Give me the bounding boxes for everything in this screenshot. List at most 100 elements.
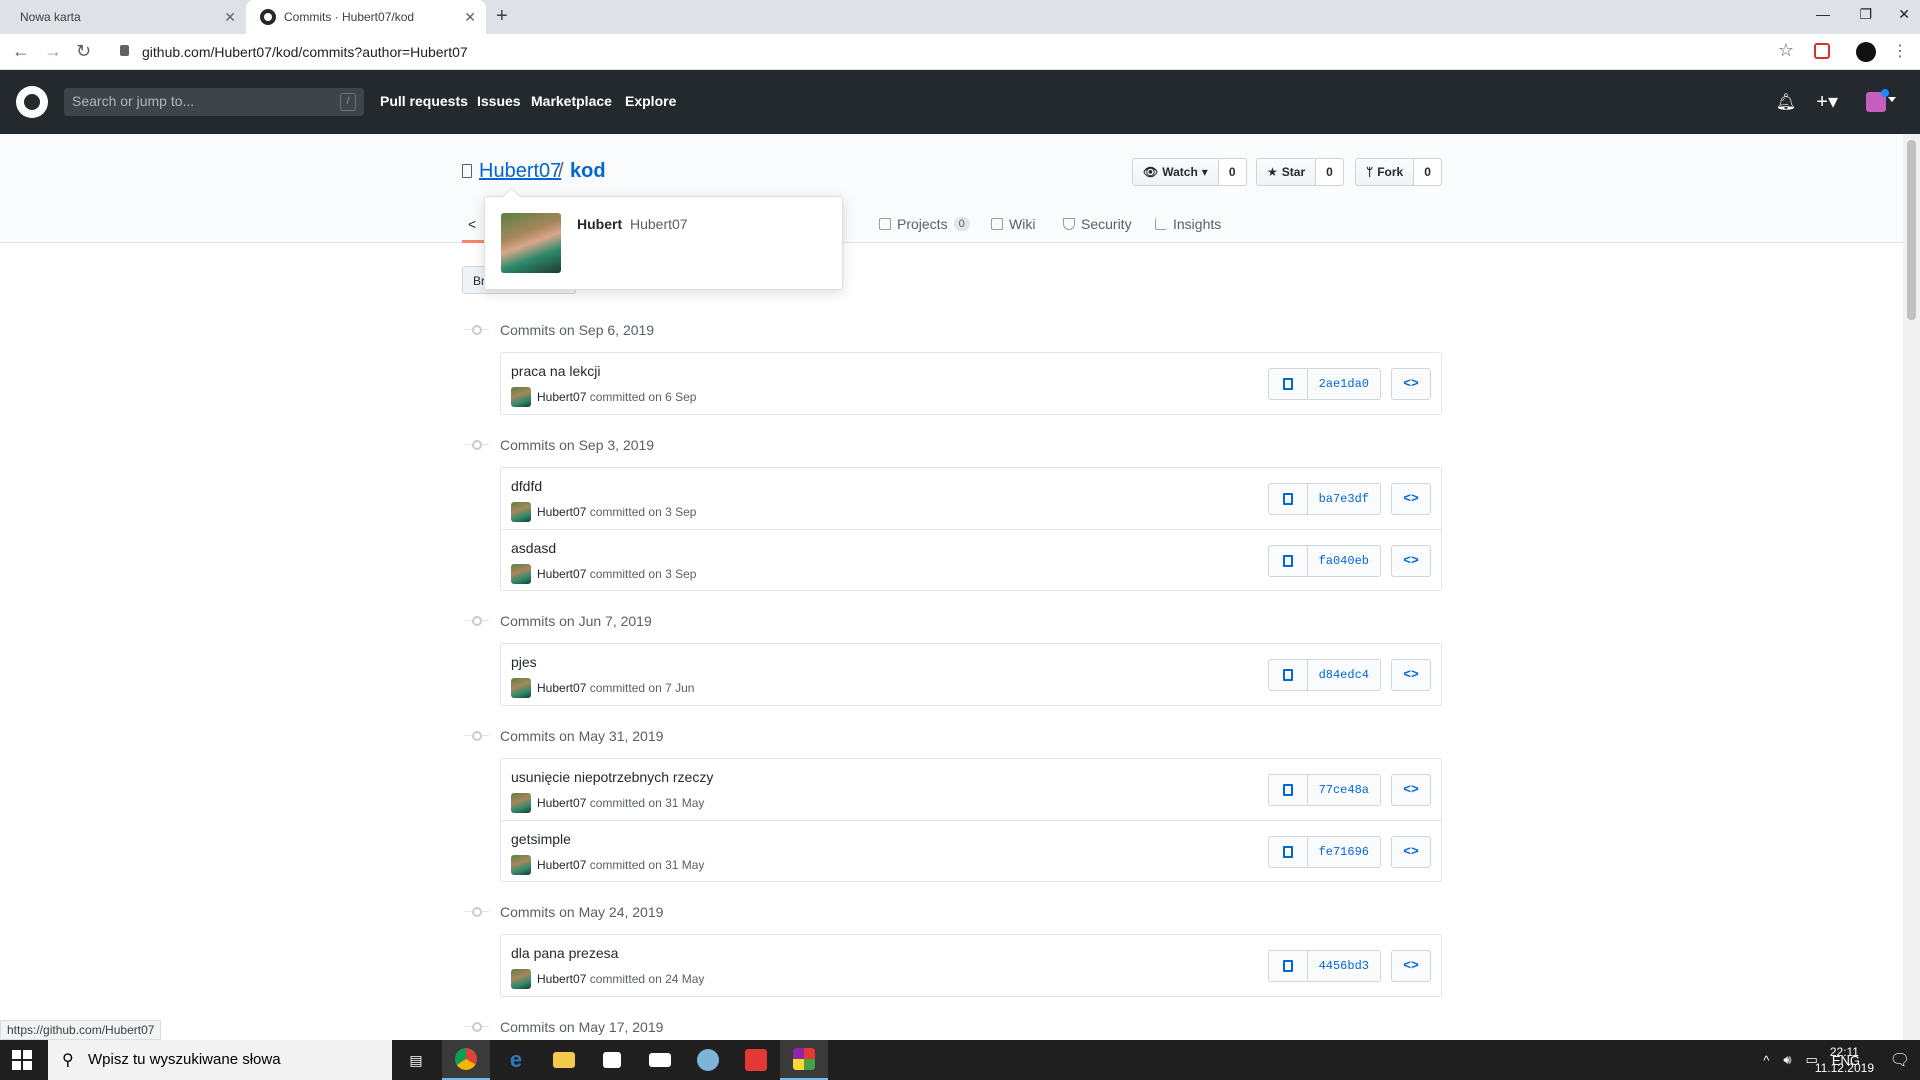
commit-author-link[interactable]: Hubert07	[537, 972, 586, 986]
browser-tab-new[interactable]: Nowa karta ✕	[0, 0, 246, 34]
browse-code-button[interactable]: <>	[1391, 836, 1431, 868]
commit-author-link[interactable]: Hubert07	[537, 505, 586, 519]
commit-message-link[interactable]: usunięcie niepotrzebnych rzeczy	[511, 769, 713, 785]
commit-author-link[interactable]: Hubert07	[537, 796, 586, 810]
search-input[interactable]: Search or jump to... /	[64, 88, 364, 116]
copy-sha-button[interactable]	[1267, 659, 1308, 691]
user-avatar-menu[interactable]	[1866, 89, 1889, 112]
commit-sha-link[interactable]: d84edc4	[1307, 659, 1381, 691]
browse-code-button[interactable]: <>	[1391, 368, 1431, 400]
notifications-bell-icon[interactable]: 🔔︎	[1776, 92, 1796, 112]
profile-avatar[interactable]	[1856, 42, 1876, 62]
paint-app-icon[interactable]	[684, 1040, 732, 1080]
create-new-icon[interactable]: +▾	[1816, 89, 1838, 114]
commit-author-link[interactable]: Hubert07	[537, 858, 586, 872]
speaker-icon[interactable]: 🔊︎	[1783, 1052, 1791, 1068]
task-view-icon[interactable]: ▤	[392, 1040, 440, 1080]
tab-insights[interactable]: Insights	[1155, 216, 1221, 232]
bookmark-star-icon[interactable]: ☆	[1778, 40, 1794, 61]
commit-author-avatar[interactable]	[511, 793, 531, 813]
star-count[interactable]: 0	[1316, 158, 1344, 186]
copy-sha-button[interactable]	[1267, 950, 1308, 982]
commit-author-link[interactable]: Hubert07	[537, 681, 586, 695]
close-window-icon[interactable]: ✕	[1898, 6, 1910, 23]
tab-security[interactable]: Security	[1063, 216, 1132, 232]
commit-message-link[interactable]: getsimple	[511, 831, 571, 847]
hovercard-avatar[interactable]	[501, 213, 561, 273]
edge-app-icon[interactable]: e	[492, 1040, 540, 1080]
new-tab-button[interactable]: +	[496, 5, 508, 28]
close-icon[interactable]: ✕	[224, 9, 236, 26]
commit-author-link[interactable]: Hubert07	[537, 390, 586, 404]
browse-code-button[interactable]: <>	[1391, 774, 1431, 806]
commit-author-avatar[interactable]	[511, 564, 531, 584]
commit-author-avatar[interactable]	[511, 678, 531, 698]
commit-message-link[interactable]: praca na lekcji	[511, 363, 601, 379]
lock-icon[interactable]	[120, 45, 129, 56]
minimize-icon[interactable]: —	[1816, 6, 1830, 22]
commit-message-link[interactable]: pjes	[511, 654, 537, 670]
nav-explore[interactable]: Explore	[625, 93, 676, 109]
fork-count[interactable]: 0	[1414, 158, 1442, 186]
chevron-up-icon[interactable]: ^	[1763, 1053, 1769, 1068]
copy-sha-button[interactable]	[1267, 483, 1308, 515]
mail-app-icon[interactable]	[636, 1040, 684, 1080]
commit-author-link[interactable]: Hubert07	[537, 567, 586, 581]
github-logo-icon[interactable]	[16, 86, 48, 118]
tab-code[interactable]: <	[468, 216, 476, 232]
extension-icon[interactable]	[1814, 43, 1830, 59]
url-field[interactable]: github.com/Hubert07/kod/commits?author=H…	[142, 44, 468, 60]
browse-code-button[interactable]: <>	[1391, 545, 1431, 577]
hovercard-name[interactable]: Hubert	[577, 216, 622, 232]
commit-sha-link[interactable]: fe71696	[1307, 836, 1381, 868]
repo-owner-link[interactable]: Hubert07	[479, 160, 561, 183]
tab-wiki[interactable]: Wiki	[991, 216, 1035, 232]
commit-message-link[interactable]: dla pana prezesa	[511, 945, 618, 961]
watch-count[interactable]: 0	[1218, 158, 1247, 186]
close-icon[interactable]: ✕	[464, 9, 476, 26]
colorful-app-icon[interactable]	[780, 1040, 828, 1080]
scrollbar[interactable]	[1903, 134, 1920, 1040]
browse-code-button[interactable]: <>	[1391, 483, 1431, 515]
taskbar-clock[interactable]: 22:11 11.12.2019	[1815, 1044, 1874, 1076]
commit-message-link[interactable]: asdasd	[511, 540, 556, 556]
hovercard-login[interactable]: Hubert07	[630, 216, 688, 232]
browse-code-button[interactable]: <>	[1391, 659, 1431, 691]
chrome-app-icon[interactable]	[442, 1040, 490, 1080]
copy-sha-button[interactable]	[1267, 545, 1308, 577]
browser-tab-commits[interactable]: Commits · Hubert07/kod ✕	[246, 0, 486, 34]
red-app-icon[interactable]	[732, 1040, 780, 1080]
commit-author-avatar[interactable]	[511, 387, 531, 407]
commit-author-avatar[interactable]	[511, 969, 531, 989]
tab-projects[interactable]: Projects 0	[879, 216, 970, 232]
commit-sha-link[interactable]: fa040eb	[1307, 545, 1381, 577]
taskbar-search-box[interactable]: ⚲ Wpisz tu wyszukiwane słowa	[48, 1040, 392, 1080]
browser-menu-icon[interactable]: ⋮	[1892, 41, 1908, 61]
commit-sha-link[interactable]: 4456bd3	[1307, 950, 1381, 982]
repo-name-link[interactable]: kod	[570, 160, 606, 183]
commit-author-avatar[interactable]	[511, 502, 531, 522]
reload-icon[interactable]: ↻	[76, 41, 91, 62]
watch-button[interactable]: 👁︎ Watch ▾	[1132, 158, 1219, 186]
nav-issues[interactable]: Issues	[477, 93, 521, 109]
notification-center-icon[interactable]: 🗨︎	[1890, 1050, 1910, 1070]
restore-icon[interactable]: ❐	[1859, 6, 1872, 23]
commit-sha-link[interactable]: 2ae1da0	[1307, 368, 1381, 400]
copy-sha-button[interactable]	[1267, 836, 1308, 868]
commit-sha-link[interactable]: ba7e3df	[1307, 483, 1381, 515]
commit-sha-link[interactable]: 77ce48a	[1307, 774, 1381, 806]
nav-marketplace[interactable]: Marketplace	[531, 93, 612, 109]
commit-author-avatar[interactable]	[511, 855, 531, 875]
nav-pull-requests[interactable]: Pull requests	[380, 93, 468, 109]
copy-sha-button[interactable]	[1267, 774, 1308, 806]
forward-icon[interactable]: →	[44, 41, 62, 62]
file-explorer-icon[interactable]	[540, 1040, 588, 1080]
back-icon[interactable]: ←	[12, 41, 30, 62]
commit-message-link[interactable]: dfdfd	[511, 478, 542, 494]
windows-start-icon[interactable]	[12, 1050, 32, 1070]
browse-code-button[interactable]: <>	[1391, 950, 1431, 982]
scrollbar-thumb[interactable]	[1907, 140, 1916, 320]
fork-button[interactable]: ᛘ Fork	[1355, 158, 1415, 186]
star-button[interactable]: ★ Star	[1256, 158, 1317, 186]
store-app-icon[interactable]	[588, 1040, 636, 1080]
